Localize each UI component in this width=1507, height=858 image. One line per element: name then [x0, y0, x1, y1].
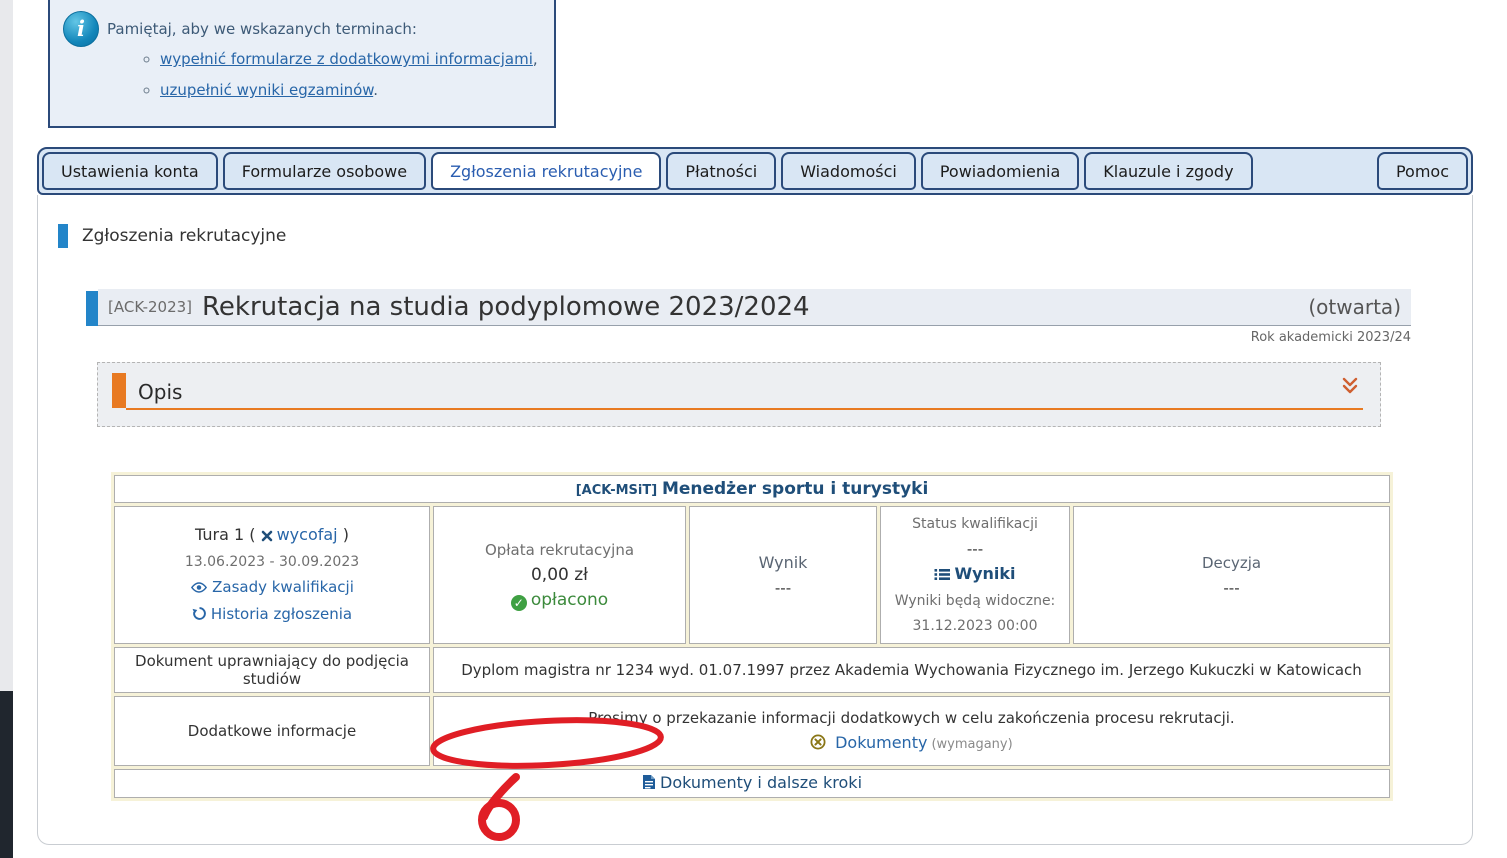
complete-exam-results-link[interactable]: uzupełnić wyniki egzaminów: [160, 81, 373, 99]
table-row: [ACK-MSiT] Menedżer sportu i turystyki: [114, 475, 1390, 503]
tab-spacer: [1258, 152, 1372, 190]
eye-icon: [190, 580, 208, 598]
paid-check-icon: ✓: [511, 595, 527, 611]
application-table: [ACK-MSiT] Menedżer sportu i turystyki T…: [111, 472, 1393, 801]
tab-powiadomienia[interactable]: Powiadomienia: [921, 152, 1079, 190]
tab-klauzule-i-zgody[interactable]: Klauzule i zgody: [1084, 152, 1252, 190]
round-label: Tura 1: [195, 525, 244, 544]
chevron-double-down-icon[interactable]: [1340, 376, 1360, 400]
tab-zgloszenia-rekrutacyjne[interactable]: Zgłoszenia rekrutacyjne: [431, 152, 661, 190]
decision-label: Decyzja: [1082, 552, 1381, 574]
link-suffix: .: [373, 81, 378, 99]
decision-value: ---: [1082, 577, 1381, 599]
dokumenty-link[interactable]: Dokumenty: [835, 733, 927, 752]
withdraw-link[interactable]: wycofaj: [277, 525, 338, 544]
additional-info-note: Prosimy o przekazanie informacji dodatko…: [442, 707, 1381, 729]
additional-info-label: Dodatkowe informacje: [114, 696, 430, 766]
tab-platnosci[interactable]: Płatności: [666, 152, 776, 190]
entitling-document-label: Dokument uprawniający do podjęcia studió…: [114, 647, 430, 693]
qualification-value: ---: [889, 538, 1061, 560]
entitling-document-value: Dyplom magistra nr 1234 wyd. 01.07.1997 …: [433, 647, 1390, 693]
additional-info-value: Prosimy o przekazanie informacji dodatko…: [433, 696, 1390, 766]
catalog-title: Rekrutacja na studia podyplomowe 2023/20…: [202, 292, 810, 322]
tab-bar: Ustawienia konta Formularze osobowe Zgło…: [37, 147, 1473, 195]
programme-name: Menedżer sportu i turystyki: [662, 479, 928, 499]
application-history-link[interactable]: Historia zgłoszenia: [211, 605, 352, 623]
required-note: (wymagany): [931, 737, 1012, 752]
score-cell: Wynik ---: [689, 506, 877, 644]
section-accent-bar: [58, 224, 68, 248]
table-row: Dodatkowe informacje Prosimy o przekazan…: [114, 696, 1390, 766]
opis-underline: [126, 408, 1363, 410]
score-label: Wynik: [698, 552, 868, 574]
link-suffix: ,: [533, 50, 538, 68]
round-dates: 13.06.2023 - 30.09.2023: [123, 551, 421, 573]
programme-code: [ACK-MSiT]: [576, 483, 657, 498]
withdraw-x-icon: [261, 527, 273, 546]
catalog-header: [ACK-2023] Rekrutacja na studia podyplom…: [98, 289, 1411, 326]
irk-candidate-page: i Pamiętaj, aby we wskazanych terminach:…: [0, 0, 1507, 858]
reminder-title: Pamiętaj, aby we wskazanych terminach:: [107, 20, 417, 38]
qualification-status-cell: Status kwalifikacji --- Wyniki Wyniki bę…: [880, 506, 1070, 644]
programme-header: [ACK-MSiT] Menedżer sportu i turystyki: [114, 475, 1390, 503]
academic-year-label: Rok akademicki 2023/24: [98, 330, 1411, 345]
fee-amount: 0,00 zł: [442, 564, 677, 586]
reminder-box: i Pamiętaj, aby we wskazanych terminach:…: [48, 0, 556, 128]
tab-pomoc[interactable]: Pomoc: [1377, 152, 1468, 190]
tab-wiadomosci[interactable]: Wiadomości: [781, 152, 916, 190]
window-gutter-light: [0, 0, 13, 691]
tab-formularze-osobowe[interactable]: Formularze osobowe: [223, 152, 426, 190]
fee-label: Opłata rekrutacyjna: [442, 539, 677, 561]
table-row: Dokument uprawniający do podjęcia studió…: [114, 647, 1390, 693]
description-section: Opis: [97, 362, 1381, 427]
catalog-status-badge: (otwarta): [1308, 295, 1401, 319]
fill-forms-link[interactable]: wypełnić formularze z dodatkowymi inform…: [160, 50, 533, 68]
round-cell: Tura 1 ( wycofaj ) 13.06.2023 - 30.09.20…: [114, 506, 430, 644]
history-icon: [192, 607, 207, 625]
footer-cell: Dokumenty i dalsze kroki: [114, 769, 1390, 798]
qualification-label: Status kwalifikacji: [889, 513, 1061, 535]
content-panel: Zgłoszenia rekrutacyjne [ACK-2023] Rekru…: [37, 195, 1473, 845]
documents-next-steps-link[interactable]: Dokumenty i dalsze kroki: [660, 773, 862, 792]
decision-cell: Decyzja ---: [1073, 506, 1390, 644]
list-item: uzupełnić wyniki egzaminów.: [160, 81, 538, 112]
results-visible-note: Wyniki będą widoczne:: [889, 590, 1061, 612]
results-link[interactable]: Wyniki: [954, 564, 1015, 583]
opis-title: Opis: [138, 380, 182, 404]
opis-accent-bar: [112, 373, 126, 408]
document-icon: [642, 776, 656, 794]
results-visible-date: 31.12.2023 00:00: [889, 615, 1061, 637]
info-icon: i: [63, 11, 99, 47]
catalog-code: [ACK-2023]: [108, 298, 192, 316]
table-row: Tura 1 ( wycofaj ) 13.06.2023 - 30.09.20…: [114, 506, 1390, 644]
fee-status: opłacono: [531, 590, 608, 610]
paren: ): [343, 525, 349, 544]
fee-cell: Opłata rekrutacyjna 0,00 zł ✓opłacono: [433, 506, 686, 644]
catalog-accent-bar: [86, 291, 98, 326]
window-gutter-dark: [0, 691, 13, 858]
list-item: wypełnić formularze z dodatkowymi inform…: [160, 50, 538, 81]
qualification-rules-link[interactable]: Zasady kwalifikacji: [212, 578, 354, 596]
page-title: Zgłoszenia rekrutacyjne: [82, 226, 286, 246]
tab-ustawienia-konta[interactable]: Ustawienia konta: [42, 152, 218, 190]
reminder-list: wypełnić formularze z dodatkowymi inform…: [160, 50, 538, 112]
score-value: ---: [698, 577, 868, 599]
required-circle-icon: [810, 736, 826, 754]
results-list-icon: [934, 567, 950, 585]
table-row: Dokumenty i dalsze kroki: [114, 769, 1390, 798]
paren: (: [249, 525, 255, 544]
